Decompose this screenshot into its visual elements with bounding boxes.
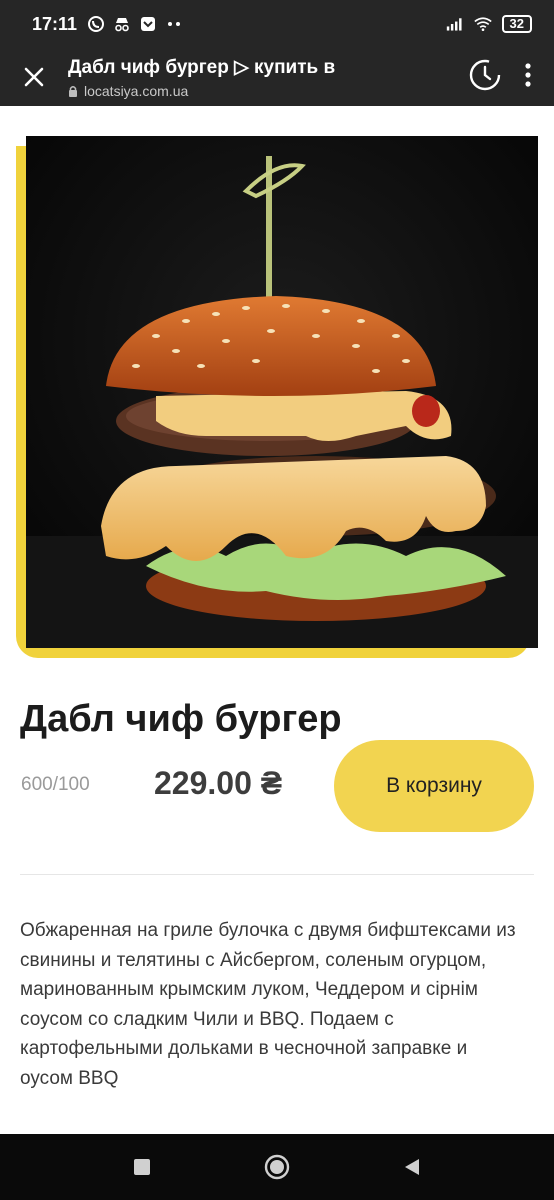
page-title: Дабл чиф бургер ▷ купить в — [68, 56, 336, 78]
lock-icon — [69, 85, 77, 97]
status-bar: 17:11 32 — [0, 0, 554, 48]
history-icon — [469, 59, 501, 90]
product-weight: 600/100 — [21, 774, 90, 795]
product-image-frame — [16, 136, 538, 658]
pocket-icon — [139, 15, 157, 33]
home-icon — [264, 1154, 290, 1180]
recent-apps-icon — [134, 1159, 150, 1175]
back-icon — [405, 1159, 419, 1175]
more-dots-icon — [165, 15, 183, 33]
add-to-cart-button[interactable]: В корзину — [334, 740, 534, 832]
battery-icon: 32 — [501, 15, 532, 33]
back-button[interactable] — [392, 1147, 432, 1187]
browser-toolbar: Дабл чиф бургер ▷ купить в locatsiya.com… — [0, 48, 554, 106]
viber-icon — [87, 15, 105, 33]
url-bar[interactable]: locatsiya.com.ua — [68, 83, 468, 99]
recent-apps-button[interactable] — [122, 1147, 162, 1187]
product-price: 229.00 ₴ — [154, 765, 283, 801]
history-button[interactable] — [468, 58, 502, 97]
product-image — [26, 136, 538, 648]
close-icon — [24, 67, 44, 87]
signal-icon — [446, 15, 464, 33]
incognito-icon — [113, 15, 131, 33]
divider — [20, 874, 534, 875]
status-time: 17:11 — [32, 13, 78, 34]
product-description: Обжаренная на гриле булочка с двумя бифш… — [20, 920, 516, 1089]
home-button[interactable] — [257, 1147, 297, 1187]
menu-button[interactable] — [524, 62, 532, 93]
url-text: locatsiya.com.ua — [84, 82, 189, 99]
wifi-icon — [473, 15, 492, 33]
close-button[interactable] — [0, 48, 68, 106]
system-nav-bar — [0, 1134, 554, 1200]
product-title: Дабл чиф бургер — [20, 698, 342, 740]
kebab-menu-icon — [525, 62, 531, 87]
